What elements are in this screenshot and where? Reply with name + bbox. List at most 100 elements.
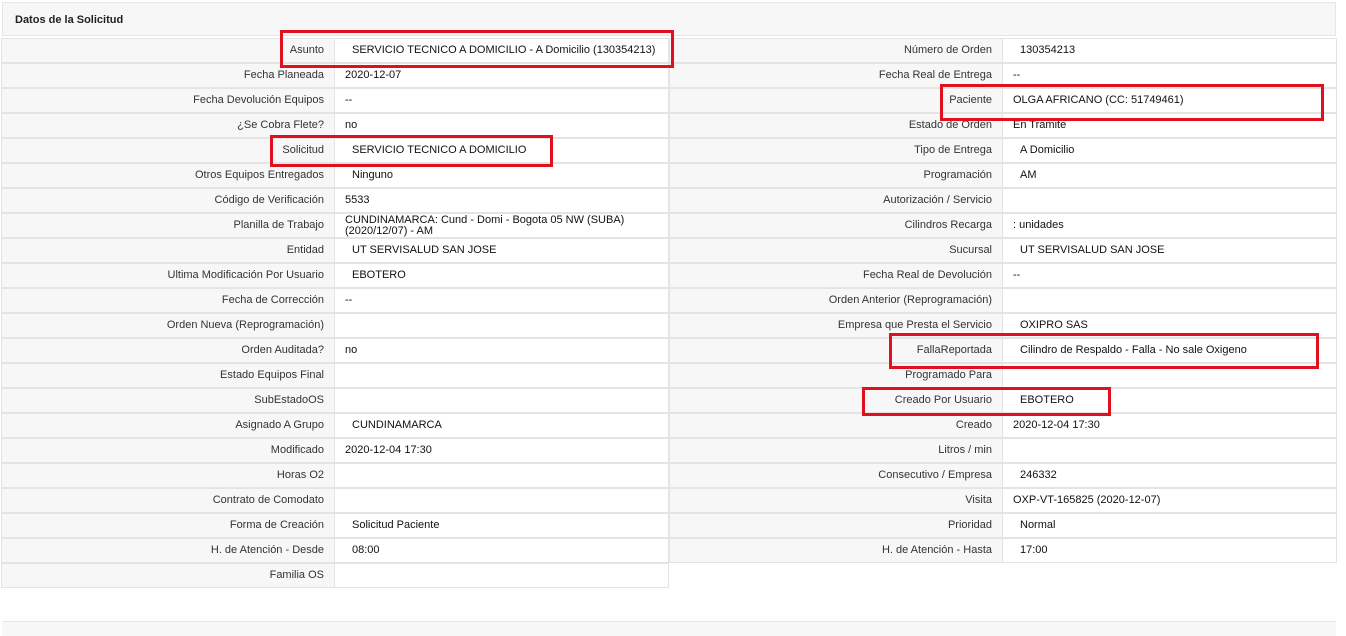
field-row: Asignado A Grupo CUNDINAMARCA (1, 413, 669, 438)
field-label: Número de Orden (669, 38, 1003, 63)
field-label: Litros / min (669, 438, 1003, 463)
field-value: UT SERVISALUD SAN JOSE (1003, 238, 1337, 263)
field-label: Cilindros Recarga (669, 213, 1003, 238)
field-label: Asunto (1, 38, 335, 63)
field-row: FallaReportada Cilindro de Respaldo - Fal… (669, 338, 1337, 363)
field-row: Fecha Real de Entrega -- (669, 63, 1337, 88)
field-label: Modificado (1, 438, 335, 463)
field-value: EBOTERO (1003, 388, 1337, 413)
field-label: Consecutivo / Empresa (669, 463, 1003, 488)
field-row: Creado Por Usuario EBOTERO (669, 388, 1337, 413)
field-label: FallaReportada (669, 338, 1003, 363)
field-row: Programación AM (669, 163, 1337, 188)
field-value: -- (335, 88, 669, 113)
field-row: Visita OXP-VT-165825 (2020-12-07) (669, 488, 1337, 513)
field-row: Asunto SERVICIO TECNICO A DOMICILIO - A D… (1, 38, 669, 63)
field-value (1003, 188, 1337, 213)
field-row: Horas O2 (1, 463, 669, 488)
field-row: Familia OS (1, 563, 669, 588)
field-row: Fecha Planeada 2020-12-07 (1, 63, 669, 88)
field-label: SubEstadoOS (1, 388, 335, 413)
panel-title: Datos de la Solicitud (15, 14, 124, 26)
field-label: Otros Equipos Entregados (1, 163, 335, 188)
field-row: Tipo de Entrega A Domicilio (669, 138, 1337, 163)
field-label: Entidad (1, 238, 335, 263)
field-value: Cilindro de Respaldo - Falla - No sale O… (1003, 338, 1337, 363)
field-row: Paciente OLGA AFRICANO (CC: 51749461) (669, 88, 1337, 113)
field-value: 2020-12-04 17:30 (335, 438, 669, 463)
field-label: Forma de Creación (1, 513, 335, 538)
field-value: Ninguno (335, 163, 669, 188)
field-value: SERVICIO TECNICO A DOMICILIO (335, 138, 669, 163)
field-row: H. de Atención - Desde 08:00 (1, 538, 669, 563)
field-value: OXP-VT-165825 (2020-12-07) (1003, 488, 1337, 513)
field-row: Estado de Orden En Tramite (669, 113, 1337, 138)
field-value (1003, 288, 1337, 313)
field-row: H. de Atención - Hasta 17:00 (669, 538, 1337, 563)
field-row: Otros Equipos Entregados Ninguno (1, 163, 669, 188)
field-value: 2020-12-07 (335, 63, 669, 88)
field-value: EBOTERO (335, 263, 669, 288)
field-value (1003, 363, 1337, 388)
field-label: Paciente (669, 88, 1003, 113)
field-label: Fecha Real de Entrega (669, 63, 1003, 88)
field-label: Autorización / Servicio (669, 188, 1003, 213)
field-label: ¿Se Cobra Flete? (1, 113, 335, 138)
field-value: 246332 (1003, 463, 1337, 488)
field-row: Modificado 2020-12-04 17:30 (1, 438, 669, 463)
field-value (335, 388, 669, 413)
field-label: Prioridad (669, 513, 1003, 538)
field-value: CUNDINAMARCA: Cund - Domi - Bogota 05 NW… (335, 213, 669, 238)
field-value: 08:00 (335, 538, 669, 563)
field-value: A Domicilio (1003, 138, 1337, 163)
field-label: Creado (669, 413, 1003, 438)
field-row: Ultima Modificación Por Usuario EBOTERO (1, 263, 669, 288)
field-label: Fecha Real de Devolución (669, 263, 1003, 288)
field-label: Familia OS (1, 563, 335, 588)
field-label: Visita (669, 488, 1003, 513)
field-label: Fecha de Corrección (1, 288, 335, 313)
field-label: H. de Atención - Hasta (669, 538, 1003, 563)
field-row: Empresa que Presta el Servicio OXIPRO SAS (669, 313, 1337, 338)
field-row: Creado 2020-12-04 17:30 (669, 413, 1337, 438)
field-value: no (335, 338, 669, 363)
field-value: CUNDINAMARCA (335, 413, 669, 438)
field-value: no (335, 113, 669, 138)
field-value (335, 563, 669, 588)
field-row: Orden Auditada? no (1, 338, 669, 363)
field-value: 130354213 (1003, 38, 1337, 63)
field-value: Normal (1003, 513, 1337, 538)
field-value: 5533 (335, 188, 669, 213)
field-value (335, 463, 669, 488)
field-row: Entidad UT SERVISALUD SAN JOSE (1, 238, 669, 263)
field-value: -- (335, 288, 669, 313)
field-label: Programado Para (669, 363, 1003, 388)
field-label: Fecha Planeada (1, 63, 335, 88)
panel-header: Datos de la Solicitud (2, 2, 1336, 36)
field-row: Fecha Devolución Equipos -- (1, 88, 669, 113)
field-row: Autorización / Servicio (669, 188, 1337, 213)
field-label: Código de Verificación (1, 188, 335, 213)
field-value (335, 488, 669, 513)
field-value: SERVICIO TECNICO A DOMICILIO - A Domicil… (335, 38, 669, 63)
field-label: Orden Nueva (Reprogramación) (1, 313, 335, 338)
field-value: Solicitud Paciente (335, 513, 669, 538)
field-value: OXIPRO SAS (1003, 313, 1337, 338)
field-value: OLGA AFRICANO (CC: 51749461) (1003, 88, 1337, 113)
field-row: Solicitud SERVICIO TECNICO A DOMICILIO (1, 138, 669, 163)
field-label: Sucursal (669, 238, 1003, 263)
field-row: Fecha de Corrección -- (1, 288, 669, 313)
field-label: Ultima Modificación Por Usuario (1, 263, 335, 288)
field-row: Código de Verificación 5533 (1, 188, 669, 213)
field-row: Estado Equipos Final (1, 363, 669, 388)
field-row: ¿Se Cobra Flete? no (1, 113, 669, 138)
field-label: Planilla de Trabajo (1, 213, 335, 238)
field-label: Empresa que Presta el Servicio (669, 313, 1003, 338)
field-label: Orden Auditada? (1, 338, 335, 363)
field-label: Tipo de Entrega (669, 138, 1003, 163)
field-value (335, 313, 669, 338)
field-row: Contrato de Comodato (1, 488, 669, 513)
field-value: UT SERVISALUD SAN JOSE (335, 238, 669, 263)
field-row: Orden Nueva (Reprogramación) (1, 313, 669, 338)
field-label: Estado Equipos Final (1, 363, 335, 388)
